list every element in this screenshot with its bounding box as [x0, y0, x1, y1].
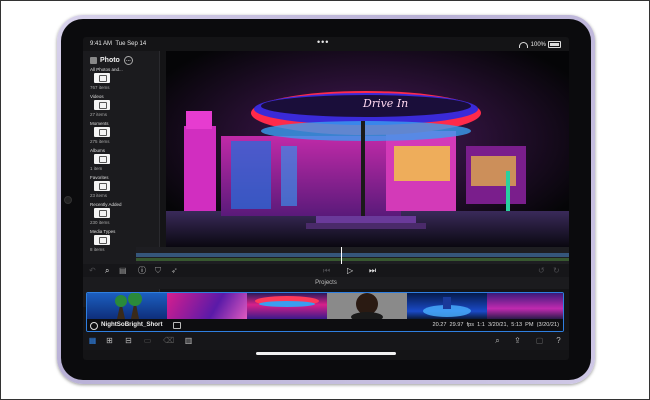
filmstrip-frame [407, 293, 487, 319]
sidebar-item-count: 230 items [90, 220, 110, 225]
favorites-icon [94, 181, 110, 191]
selection-check-icon[interactable] [90, 321, 98, 330]
status-time: 9:41 AM [90, 41, 113, 47]
sidebar-item-count: 8 items [90, 247, 105, 252]
photo-icon [90, 56, 97, 64]
status-bar: 9:41 AM Tue Sep 14 ••• 100% [83, 37, 569, 51]
filmstrip-frame [327, 293, 407, 322]
play-icon[interactable]: ▷ [347, 266, 353, 275]
project-fps: 29.97 fps [449, 322, 475, 328]
document-icon[interactable]: ▢ [535, 336, 544, 345]
project-date: 3/20/21, 5:13 PM [487, 322, 534, 328]
folder-icon [94, 73, 110, 83]
undo-icon[interactable]: ↶ [89, 266, 96, 275]
stack-icon[interactable]: ▥ [184, 336, 193, 345]
sidebar-item-videos[interactable]: Videos 27 items [90, 94, 156, 121]
neon-sign-text: Drive In [362, 97, 408, 110]
filmstrip-frame [167, 293, 247, 319]
audio-track [136, 258, 569, 261]
share-icon[interactable]: ⇪ [513, 336, 522, 345]
sidebar-item-count: 27 items [90, 112, 108, 117]
app-screen: 9:41 AM Tue Sep 14 ••• 100% Photo … All … [83, 37, 569, 360]
import-icon[interactable]: ⊞ [105, 336, 114, 345]
sidebar-item-label: Videos [90, 94, 104, 99]
recent-icon [94, 208, 110, 218]
sidebar-item-count: 1 item [90, 166, 103, 171]
sidebar-item-recently-added[interactable]: Recently Added 230 items [90, 202, 156, 229]
playhead[interactable] [341, 247, 342, 264]
project-badge-icon [173, 322, 181, 329]
status-date: Tue Sep 14 [115, 41, 147, 47]
sidebar-item-albums[interactable]: Albums 1 item [90, 148, 156, 175]
skip-back-icon[interactable]: ⏮ [323, 266, 330, 275]
sidebar-item-count: 23 items [90, 193, 108, 198]
sidebar-item-label: Recently Added [90, 202, 122, 207]
filmstrip-frame [487, 293, 563, 319]
sidebar-item-count: 767 items [90, 85, 110, 90]
drive-in-scene-image: Drive In [166, 51, 569, 247]
filmstrip-frame [247, 293, 327, 319]
sidebar-item-label: Moments [90, 121, 109, 126]
project-date-short: (3/20/21) [536, 322, 559, 328]
undo-arrow-icon[interactable]: ↺ [538, 266, 545, 275]
sidebar-item-all-photos[interactable]: All Photos and... 767 items [90, 67, 156, 94]
redo-arrow-icon[interactable]: ↻ [553, 266, 560, 275]
sidebar-item-label: Favorites [90, 175, 109, 180]
video-track [136, 253, 569, 257]
sidebar-header[interactable]: Photo … [90, 53, 133, 67]
sidebar-item-moments[interactable]: Moments 275 items [90, 121, 156, 148]
battery-percent: 100% [530, 42, 546, 49]
sidebar-item-label: Albums [90, 148, 106, 153]
sidebar-item-label: Media Types [90, 229, 116, 234]
bottom-toolbar: ▦ ⊞ ⊟ ▭ ⌫ ▥ ⌕ ⇪ ▢ ? [83, 332, 569, 350]
sidebar-item-favorites[interactable]: Favorites 23 items [90, 175, 156, 202]
skip-forward-icon[interactable]: ⏭ [369, 266, 376, 275]
moments-icon [94, 127, 110, 137]
media-types-icon [94, 235, 110, 245]
clip-icon[interactable]: ▭ [143, 336, 152, 345]
search-icon[interactable]: ⌕ [493, 336, 502, 345]
shield-icon[interactable]: ⛉ [155, 266, 161, 275]
sidebar-title: Photo [100, 56, 120, 64]
trash-icon[interactable]: ⌫ [163, 336, 174, 345]
timeline-scrubber[interactable] [136, 247, 569, 264]
help-icon[interactable]: ? [554, 336, 563, 345]
front-camera [64, 196, 72, 204]
more-options-icon[interactable]: … [123, 55, 133, 65]
video-preview[interactable]: Drive In [166, 51, 569, 247]
projects-label: Projects [83, 277, 569, 289]
album-icon [94, 154, 110, 164]
multitasking-dots-icon[interactable]: ••• [317, 37, 329, 47]
media-library-icon[interactable]: ▦ [88, 336, 97, 345]
project-name: NightSoBright_Short [101, 321, 163, 328]
project-filmstrip[interactable]: NightSoBright_Short 20.27 29.97 fps 1:1 … [86, 292, 564, 332]
project-duration: 20.27 [432, 322, 447, 328]
sidebar-item-label: All Photos and... [90, 67, 123, 72]
search-icon[interactable]: ⌕ [105, 266, 109, 275]
library-icon[interactable]: ▤ [119, 266, 127, 275]
filmstrip-frame [87, 293, 167, 319]
video-icon [94, 100, 110, 110]
export-icon[interactable]: ⊟ [124, 336, 133, 345]
home-indicator[interactable] [256, 352, 396, 355]
info-icon[interactable]: ⓘ [138, 266, 146, 275]
wifi-icon [518, 41, 528, 48]
battery-icon [548, 41, 561, 48]
project-info-bar: NightSoBright_Short 20.27 29.97 fps 1:1 … [87, 319, 563, 331]
magic-icon[interactable]: ➶ [171, 266, 178, 275]
playback-controls: ↶ ⌕ ▤ ⓘ ⛉ ➶ ⏮ ▷ ⏭ ↺ ↻ [83, 264, 569, 277]
sidebar-item-count: 275 items [90, 139, 110, 144]
project-aspect: 1:1 [477, 322, 485, 328]
